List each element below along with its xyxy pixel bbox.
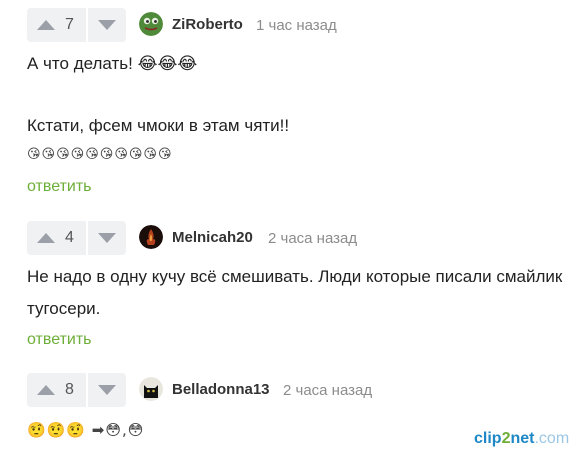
reply-link[interactable]: ответить [27, 178, 92, 196]
comment-text-line: Кстати, фсем чмоки в этам чяти!! [27, 116, 290, 135]
vote-score: 7 [65, 16, 74, 33]
comment: 8 Belladonna13 2 часа назад 🤨🤨🤨 ➡😳,😳 [0, 373, 583, 439]
comment-emoji-line: 😘😘😘😘😘😘😘😘😘😘 [27, 147, 173, 162]
arrow-down-icon [98, 20, 116, 30]
comment-header: 4 Melnicah20 2 часа назад [0, 221, 583, 255]
downvote-button[interactable] [88, 8, 126, 42]
arrow-down-icon [98, 233, 116, 243]
arrow-up-icon [37, 20, 55, 30]
comment: 7 ZiRoberto 1 час назад А что делать! 😂😂… [0, 8, 583, 195]
comment-header: 8 Belladonna13 2 часа назад [0, 373, 583, 407]
comment-text-line: тугосери. [27, 299, 101, 318]
upvote-button[interactable]: 8 [27, 373, 86, 407]
comment-text-line: Не надо в одну кучу всё смешивать. Люди … [27, 267, 563, 286]
upvote-button[interactable]: 7 [27, 8, 86, 42]
watermark-text: net [510, 430, 535, 447]
author-link[interactable]: ZiRoberto [172, 16, 243, 33]
frog-avatar-icon[interactable] [139, 12, 163, 36]
comment: 4 Melnicah20 2 часа назад Не надо в одну… [0, 221, 583, 348]
watermark-text: .com [534, 430, 570, 447]
comment-header: 7 ZiRoberto 1 час назад [0, 8, 583, 42]
comment-time: 2 часа назад [268, 230, 358, 247]
dark-fire-avatar-icon[interactable] [139, 225, 163, 249]
reply-link[interactable]: ответить [27, 331, 92, 349]
downvote-button[interactable] [88, 373, 126, 407]
comment-time: 2 часа назад [283, 382, 373, 399]
comment-time: 1 час назад [256, 17, 337, 34]
arrow-down-icon [98, 385, 116, 395]
comment-emoji-line: 🤨🤨🤨 ➡😳,😳 [27, 421, 145, 439]
upvote-button[interactable]: 4 [27, 221, 86, 255]
arrow-up-icon [37, 233, 55, 243]
watermark-logo: clip2net.com [474, 430, 569, 448]
author-link[interactable]: Belladonna13 [172, 381, 270, 398]
vote-score: 8 [65, 381, 74, 398]
comment-text-line: А что делать! 😂😂😂 [27, 54, 198, 73]
downvote-button[interactable] [88, 221, 126, 255]
vote-score: 4 [65, 229, 74, 246]
black-cat-avatar-icon[interactable] [139, 377, 163, 401]
author-link[interactable]: Melnicah20 [172, 229, 253, 246]
watermark-text: clip [474, 430, 502, 447]
arrow-up-icon [37, 385, 55, 395]
